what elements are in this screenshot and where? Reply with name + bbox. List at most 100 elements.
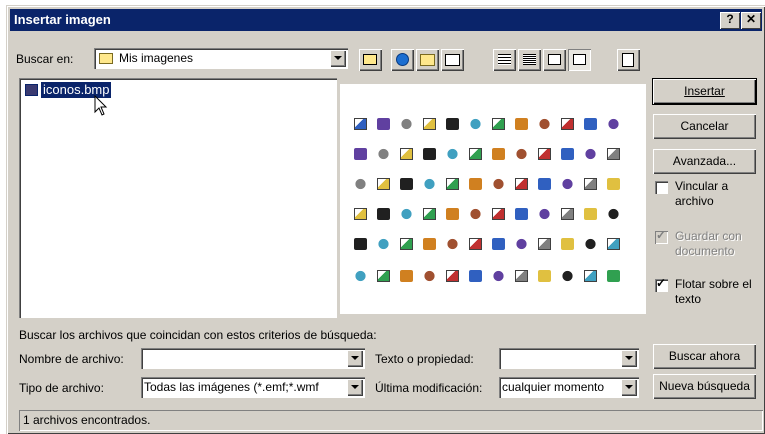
filename-label: Nombre de archivo: [19, 352, 124, 366]
clipart-thumbnail-icon [469, 238, 482, 250]
clipart-thumbnail-icon [538, 118, 551, 130]
search-now-button-label: Buscar ahora [668, 349, 741, 363]
advanced-button-label: Avanzada... [672, 154, 737, 168]
clipart-thumbnail-icon [354, 208, 367, 220]
clipart-thumbnail-icon [492, 148, 505, 160]
clipart-thumbnail-icon [354, 178, 367, 190]
clipart-thumbnail-icon [515, 118, 528, 130]
lookin-combo[interactable]: Mis imagenes [94, 48, 348, 69]
clipart-thumbnail-icon [446, 178, 459, 190]
clipart-thumbnail-icon [492, 238, 505, 250]
last-modified-label: Última modificación: [375, 381, 483, 395]
clipart-thumbnail-icon [446, 148, 459, 160]
commands-button[interactable] [617, 49, 640, 71]
clipart-thumbnail-icon [469, 148, 482, 160]
clipart-thumbnail-icon [377, 208, 390, 220]
file-type-dropdown-arrow[interactable] [347, 379, 363, 396]
clipart-thumbnail-icon [561, 118, 574, 130]
bitmap-file-icon [25, 84, 38, 96]
clipart-thumbnail-icon [400, 238, 413, 250]
link-to-file-label: Vincular a archivo [675, 179, 729, 208]
clipart-thumbnail-icon [538, 238, 551, 250]
clipart-thumbnail-icon [538, 270, 551, 282]
lookin-dropdown-arrow[interactable] [330, 50, 346, 67]
clipart-thumbnail-icon [377, 148, 390, 160]
commands-icon [622, 53, 634, 67]
details-icon [523, 54, 536, 65]
list-view-button[interactable] [493, 49, 516, 71]
clipart-thumbnail-icon [607, 118, 620, 130]
favorites-folder-icon [420, 54, 435, 66]
clipart-thumbnail-icon [515, 148, 528, 160]
last-modified-dropdown-arrow[interactable] [621, 379, 637, 396]
clipart-thumbnail-icon [607, 148, 620, 160]
clipart-thumbnail-icon [607, 178, 620, 190]
clipart-thumbnail-icon [584, 238, 597, 250]
text-property-dropdown-arrow[interactable] [621, 350, 637, 367]
clipart-thumbnail-icon [446, 118, 459, 130]
search-now-button[interactable]: Buscar ahora [653, 344, 756, 369]
new-search-button[interactable]: Nueva búsqueda [653, 374, 756, 399]
clipart-thumbnail-icon [561, 148, 574, 160]
cancel-button[interactable]: Cancelar [653, 114, 756, 139]
clipart-thumbnail-icon [561, 270, 574, 282]
last-modified-value: cualquier momento [502, 380, 605, 394]
clipart-thumbnail-icon [492, 118, 505, 130]
filename-dropdown-arrow[interactable] [347, 350, 363, 367]
clipart-thumbnail-icon [607, 208, 620, 220]
folder-icon [99, 53, 113, 64]
help-icon: ? [726, 12, 734, 26]
insert-picture-dialog: Insertar imagen ? ✕ Buscar en: Mis image… [6, 5, 765, 434]
clipart-thumbnail-icon [515, 270, 528, 282]
clipart-thumbnail-icon [607, 238, 620, 250]
window-title: Insertar imagen [14, 12, 111, 27]
up-folder-button[interactable] [359, 49, 382, 71]
close-icon: ✕ [745, 12, 757, 26]
clipart-thumbnail-icon [400, 118, 413, 130]
globe-icon [396, 53, 409, 66]
favorites-button[interactable] [416, 49, 439, 71]
link-to-file-checkbox[interactable] [655, 181, 668, 194]
details-view-button[interactable] [518, 49, 541, 71]
clipart-thumbnail-icon [354, 118, 367, 130]
clipart-thumbnail-icon [584, 118, 597, 130]
properties-view-button[interactable] [543, 49, 566, 71]
clipart-thumbnail-icon [423, 238, 436, 250]
float-over-text-checkbox[interactable] [655, 276, 668, 292]
new-folder-button[interactable] [441, 49, 464, 71]
list-icon [498, 54, 511, 65]
clipart-thumbnail-icon [584, 208, 597, 220]
cancel-button-label: Cancelar [680, 119, 729, 133]
icon-grid-preview [340, 84, 646, 314]
clipart-thumbnail-icon [400, 270, 413, 282]
clipart-thumbnail-icon [492, 270, 505, 282]
last-modified-combo[interactable]: cualquier momento [499, 377, 639, 398]
clipart-thumbnail-icon [423, 208, 436, 220]
clipart-thumbnail-icon [446, 238, 459, 250]
advanced-button[interactable]: Avanzada... [653, 149, 756, 174]
insert-button[interactable]: Insertar [653, 79, 756, 104]
clipart-thumbnail-icon [515, 208, 528, 220]
clipart-thumbnail-icon [561, 208, 574, 220]
clipart-thumbnail-icon [515, 178, 528, 190]
file-list[interactable]: iconos.bmp [19, 78, 337, 318]
clipart-thumbnail-icon [423, 148, 436, 160]
filename-combo[interactable] [141, 348, 365, 369]
clipart-thumbnail-icon [607, 270, 620, 282]
text-property-combo[interactable] [499, 348, 639, 369]
clipart-thumbnail-icon [584, 178, 597, 190]
title-bar: Insertar imagen ? ✕ [10, 9, 762, 31]
save-with-document-checkbox[interactable] [655, 228, 668, 244]
preview-view-button[interactable] [568, 49, 591, 71]
clipart-thumbnail-icon [400, 178, 413, 190]
close-button[interactable]: ✕ [741, 12, 761, 29]
save-with-document-label: Guardar con documento [675, 229, 742, 258]
clipart-thumbnail-icon [469, 270, 482, 282]
clipart-thumbnail-icon [423, 178, 436, 190]
clipart-thumbnail-icon [354, 270, 367, 282]
clipart-thumbnail-icon [492, 178, 505, 190]
help-button[interactable]: ? [720, 12, 740, 29]
properties-icon [548, 54, 561, 65]
search-web-button[interactable] [391, 49, 414, 71]
file-type-combo[interactable]: Todas las imágenes (*.emf;*.wmf [141, 377, 365, 398]
